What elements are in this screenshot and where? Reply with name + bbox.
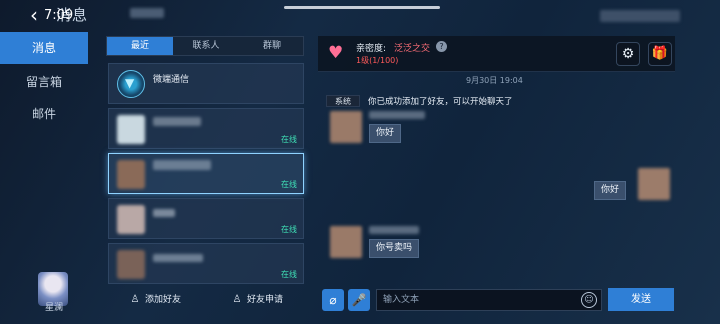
microphone-button[interactable]: 🎤: [348, 289, 370, 311]
system-message: 你已成功添加了好友，可以开始聊天了: [368, 97, 513, 107]
blurred-header-info: [600, 10, 680, 22]
contact-item-selected[interactable]: 在线: [108, 153, 304, 194]
sender-name-blurred: [369, 111, 425, 119]
contact-name-blurred: [153, 160, 211, 170]
add-friend-label: 添加好友: [145, 295, 182, 305]
online-status: 在线: [281, 270, 297, 279]
voice-toggle-button[interactable]: ⌀: [322, 289, 344, 311]
heart-icon: ♥: [328, 43, 344, 63]
contact-item-weiduan[interactable]: ▼ 微端通信: [108, 63, 304, 104]
friend-request-label: 好友申请: [247, 295, 284, 305]
contact-item[interactable]: 在线: [108, 243, 304, 284]
contact-name: 微端通信: [153, 75, 190, 85]
online-status: 在线: [281, 225, 297, 234]
contact-avatar: [117, 205, 145, 234]
message-timestamp: 9月30日 19:04: [466, 76, 523, 85]
top-handle: [284, 6, 440, 9]
friend-request-icon: ♙: [232, 294, 242, 305]
sender-avatar[interactable]: [330, 226, 362, 258]
own-avatar[interactable]: [638, 168, 670, 200]
microphone-icon: 🎤: [351, 293, 367, 307]
gift-button[interactable]: 🎁: [648, 42, 672, 66]
status-time: 7:09: [44, 8, 74, 23]
contact-name-blurred: [153, 254, 203, 262]
message-input[interactable]: [383, 292, 573, 308]
gear-icon: ⚙: [621, 46, 635, 62]
nav-item-mail[interactable]: 邮件: [0, 98, 88, 130]
add-user-icon: ♙: [130, 294, 140, 305]
online-status: 在线: [281, 180, 297, 189]
gift-icon: 🎁: [651, 46, 669, 61]
contact-item[interactable]: 在线: [108, 108, 304, 149]
message-bubble-left: 你好: [369, 124, 402, 143]
send-button[interactable]: 发送: [608, 288, 674, 311]
blurred-header-text: [130, 8, 164, 18]
tab-bar: 最近 联系人 群聊: [106, 36, 304, 56]
contact-name-blurred: [153, 209, 175, 217]
tab-recent[interactable]: 最近: [107, 37, 173, 55]
message-input-box: ☺: [376, 289, 602, 311]
contact-avatar: [117, 115, 145, 144]
add-friend-button[interactable]: ♙ 添加好友: [106, 290, 202, 310]
sender-avatar[interactable]: [330, 111, 362, 143]
intimacy-level: 1级(1/100): [356, 56, 399, 65]
system-tag: 系统: [326, 95, 360, 107]
online-status: 在线: [281, 135, 297, 144]
contact-avatar: [117, 160, 145, 189]
tab-groups[interactable]: 群聊: [239, 37, 305, 55]
chat-header: ♥ 亲密度: 泛泛之交 ? 1级(1/100) ⚙ 🎁: [318, 36, 675, 72]
message-bubble-left: 你号卖吗: [369, 239, 420, 258]
voice-icon: ⌀: [329, 293, 337, 307]
settings-button[interactable]: ⚙: [616, 42, 640, 66]
nav-item-messages[interactable]: 消息: [0, 32, 88, 64]
contact-item[interactable]: 在线: [108, 198, 304, 239]
signal-icon: ▼: [117, 70, 145, 98]
tab-contacts[interactable]: 联系人: [173, 37, 239, 55]
nav-item-message-box[interactable]: 留言箱: [0, 66, 88, 98]
chevron-left-icon: ‹: [30, 3, 38, 27]
contact-name-blurred: [153, 117, 201, 126]
contact-avatar: [117, 250, 145, 279]
intimacy-value: 泛泛之交: [394, 44, 431, 54]
help-icon[interactable]: ?: [436, 41, 447, 52]
sender-name-blurred: [369, 226, 419, 234]
message-bubble-right: 你好: [594, 181, 627, 200]
emoji-icon[interactable]: ☺: [581, 292, 597, 308]
intimacy-label: 亲密度:: [356, 44, 387, 54]
friend-request-button[interactable]: ♙ 好友申请: [210, 290, 306, 310]
user-name: 星澜: [44, 303, 63, 313]
